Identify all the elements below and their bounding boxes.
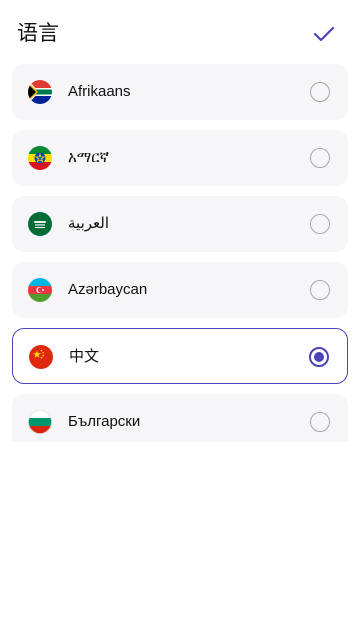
page-title: 语言 <box>17 22 59 45</box>
language-label: Български <box>68 413 141 430</box>
language-item-azerbaijani[interactable]: Azərbaycan <box>12 262 348 318</box>
language-item-chinese[interactable]: 中文 <box>12 328 348 384</box>
language-item-amharic[interactable]: አማርኛ <box>12 130 348 186</box>
language-item-bulgarian[interactable]: Български <box>12 394 348 442</box>
radio-button[interactable] <box>310 412 330 432</box>
language-list[interactable]: Afrikaans አማርኛ العربية Azərbaycan 中文 Бъл… <box>12 64 348 442</box>
china-flag-icon <box>29 345 53 369</box>
check-icon <box>313 26 335 42</box>
language-label: Azərbaycan <box>68 281 148 298</box>
language-item-arabic[interactable]: العربية <box>12 196 348 252</box>
language-label: العربية <box>68 215 109 232</box>
language-label: Afrikaans <box>68 83 131 100</box>
radio-button[interactable] <box>310 214 330 234</box>
ethiopia-flag-icon <box>28 146 52 170</box>
language-label: አማርኛ <box>68 149 110 166</box>
language-item-afrikaans[interactable]: Afrikaans <box>12 64 348 120</box>
radio-button[interactable] <box>310 82 330 102</box>
bulgaria-flag-icon <box>28 410 52 434</box>
saudi-arabia-flag-icon <box>28 212 52 236</box>
header: 语言 <box>0 0 360 64</box>
radio-button[interactable] <box>310 280 330 300</box>
azerbaijan-flag-icon <box>28 278 52 302</box>
confirm-button[interactable] <box>312 22 336 46</box>
radio-button-selected[interactable] <box>309 347 329 367</box>
south-africa-flag-icon <box>28 80 52 104</box>
language-label: 中文 <box>69 348 100 365</box>
radio-button[interactable] <box>310 148 330 168</box>
